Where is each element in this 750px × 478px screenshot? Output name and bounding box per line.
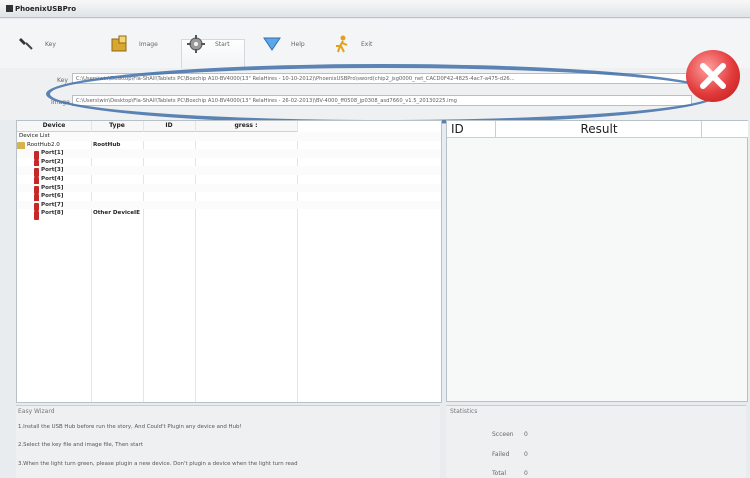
total-label: Total — [492, 470, 507, 477]
exit-label: Exit — [361, 40, 373, 48]
device-cell: Device List — [19, 133, 50, 139]
device-cell: RootHub2.0 — [27, 141, 60, 148]
highlight-ellipse — [46, 64, 719, 124]
exit-icon — [336, 35, 348, 53]
start-label: Start — [215, 40, 230, 48]
device-grid: Device Type ID gress : Device List RootHu… — [16, 120, 442, 403]
progress-header: gress : — [195, 121, 297, 132]
type-cell: RootHub — [93, 141, 121, 148]
toolbar: Key Image Start Help Exit — [0, 19, 750, 81]
help-icon — [263, 37, 281, 51]
id-header: ID — [143, 121, 195, 132]
failed-value: 0 — [524, 451, 528, 458]
result-extra-header — [701, 121, 748, 138]
type-cell: Other DeviceIE — [93, 210, 140, 217]
table-row[interactable]: Port[5] — [17, 183, 441, 195]
wizard-step-3: 3.When the light turn green, please plug… — [18, 461, 298, 467]
help-button[interactable]: Help — [262, 32, 305, 56]
type-header: Type — [91, 121, 143, 132]
window-title: PhoenixUSBPro — [15, 4, 77, 13]
key-label: Key — [45, 40, 56, 48]
image-label: Image — [139, 40, 158, 48]
help-label: Help — [291, 40, 305, 48]
statistics-title: Statistics — [450, 408, 478, 415]
table-row[interactable]: Port[2] — [17, 158, 441, 169]
result-panel: ID Result — [446, 120, 748, 402]
start-button[interactable]: Start — [186, 32, 230, 56]
window-titlebar: PhoenixUSBPro — [0, 0, 750, 18]
table-row[interactable]: Port[8] Other DeviceIE — [17, 209, 441, 220]
device-cell: Port[8] — [41, 210, 64, 217]
device-header: Device — [17, 121, 91, 132]
device-cell: Port[6] — [41, 193, 64, 200]
device-cell: Port[5] — [41, 184, 64, 191]
result-header: Result — [495, 121, 702, 138]
table-row[interactable]: Port[1] — [17, 149, 441, 160]
device-cell: Port[2] — [41, 158, 64, 165]
total-value: 0 — [524, 470, 528, 477]
key-button[interactable]: Key — [18, 32, 56, 56]
image-button[interactable]: Image — [110, 32, 158, 56]
wrench-icon — [19, 38, 33, 50]
statistics-panel: Statistics Scceen 0 Failed 0 Total 0 — [446, 405, 746, 478]
close-button[interactable] — [686, 50, 740, 102]
table-row[interactable]: Port[6] — [17, 192, 441, 203]
table-row[interactable]: Port[7] — [17, 200, 441, 212]
exit-button[interactable]: Exit — [334, 32, 372, 56]
usb-port-icon — [34, 211, 39, 220]
app-icon — [6, 5, 13, 12]
device-cell: Port[4] — [41, 176, 64, 182]
gear-icon — [187, 35, 205, 53]
wizard-title: Easy Wizard — [18, 408, 55, 415]
failed-label: Failed — [492, 451, 510, 458]
device-cell: Port[1] — [41, 150, 64, 157]
table-row[interactable]: Port[3] — [17, 166, 441, 177]
table-row[interactable]: Port[4] — [17, 175, 441, 186]
table-row[interactable]: Device List — [17, 132, 441, 141]
close-icon — [700, 63, 726, 89]
wizard-step-1: 1.Install the USB Hub before run the sto… — [18, 424, 242, 430]
table-row[interactable]: RootHub2.0 RootHub — [17, 141, 441, 151]
device-cell: Port[3] — [41, 167, 64, 174]
wizard-step-2: 2.Select the key file and image file, Th… — [18, 442, 143, 448]
result-id-header: ID — [447, 121, 499, 138]
package-icon — [111, 35, 127, 52]
device-cell: Port[7] — [41, 201, 64, 208]
success-value: 0 — [524, 431, 528, 438]
success-label: Scceen — [492, 431, 514, 438]
easy-wizard: Easy Wizard 1.Install the USB Hub before… — [16, 405, 440, 478]
